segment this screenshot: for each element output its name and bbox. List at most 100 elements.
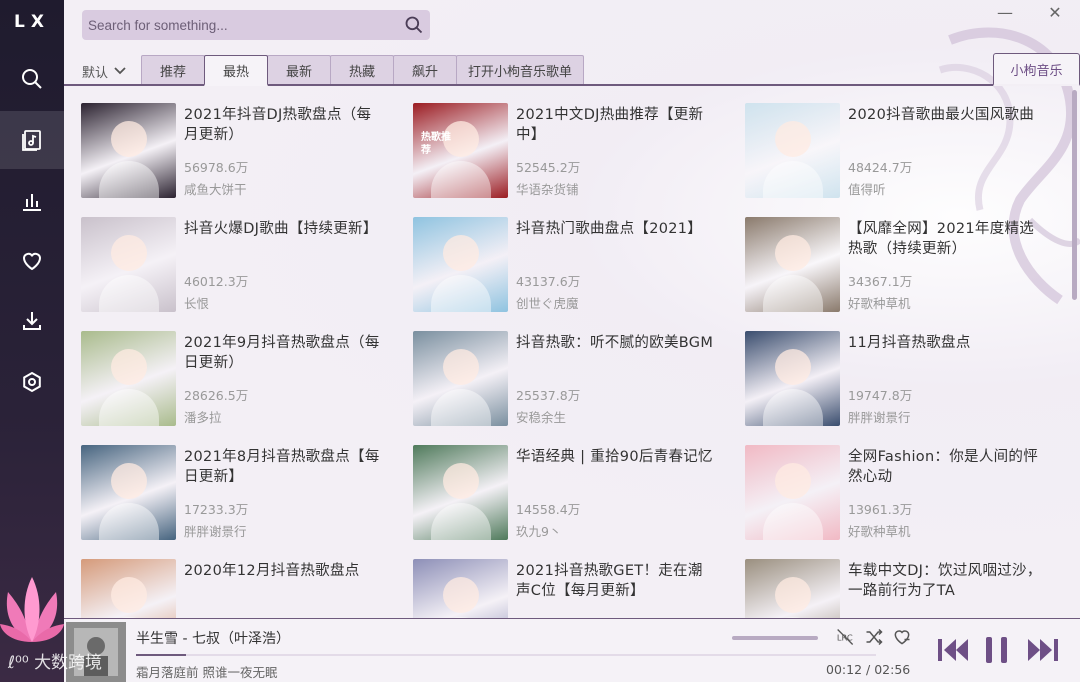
playlist-title[interactable]: 全网Fashion：你是人间的怦然心动 [848,447,1048,487]
playlist-card[interactable]: 【风靡全网】2021年度精选热歌（持续更新） 34367.1万 好歌种草机 [745,217,1055,313]
tab-collected[interactable]: 热藏 [330,55,394,85]
playlist-author[interactable]: 好歌种草机 [848,293,911,312]
playlist-title[interactable]: 2021年8月抖音热歌盘点【每日更新】 [184,447,384,487]
tab-new[interactable]: 最新 [267,55,331,85]
playlist-title[interactable]: 2020抖音歌曲最火国风歌曲 [848,105,1048,125]
source-selector[interactable]: 小枸音乐 [993,53,1080,86]
playlist-cover[interactable] [81,103,176,198]
playlist-cover[interactable] [745,559,840,618]
playlist-cover[interactable] [413,445,508,540]
playlist-card[interactable]: 全网Fashion：你是人间的怦然心动 13961.3万 好歌种草机 [745,445,1055,541]
playlist-author[interactable]: 安稳余生 [516,407,566,426]
tab-recommend[interactable]: 推荐 [141,55,205,85]
scrollbar[interactable] [1072,90,1077,300]
playlist-title[interactable]: 抖音火爆DJ歌曲【持续更新】 [184,219,384,239]
tab-rising[interactable]: 飙升 [393,55,457,85]
playlist-author[interactable]: 值得听 [848,179,886,198]
playlist-title[interactable]: 车载中文DJ：饮过风咽过沙，一路前行为了TA [848,561,1048,601]
playlist-cover[interactable] [745,445,840,540]
playlist-cover[interactable] [413,559,508,618]
lyric-icon[interactable]: LRC [836,627,856,647]
playlist-author[interactable]: 咸鱼大饼干 [184,179,247,198]
playlist-cover[interactable]: 热歌推荐 [413,103,508,198]
playlist-card[interactable]: 2021年抖音DJ热歌盘点（每月更新） 56978.6万 咸鱼大饼干 [81,103,391,199]
playlist-card[interactable]: 2021年9月抖音热歌盘点（每日更新） 28626.5万潘多拉 [81,331,391,427]
playlist-author[interactable]: 玖九9丶 [516,521,561,540]
playlist-title[interactable]: 华语经典 | 重拾90后青春记忆 [516,447,716,467]
playlist-card[interactable]: 抖音热歌：听不腻的欧美BGM 25537.8万安稳余生 [413,331,723,427]
lyric-line: 霜月落庭前 照谁一夜无眠 [136,665,278,680]
play-count: 46012.3万 [184,274,249,289]
cover-figure [763,161,823,198]
playlist-author[interactable]: 华语杂货铺 [516,179,579,198]
playlist-card[interactable]: 2020年12月抖音热歌盘点 [81,559,391,618]
shuffle-icon[interactable] [864,627,884,647]
playlist-title[interactable]: 抖音热门歌曲盘点【2021】 [516,219,716,239]
progress-fill [136,654,187,656]
cover-figure [99,275,159,312]
sort-dropdown[interactable]: 默认 [82,58,126,84]
tab-open-playlist[interactable]: 打开小枸音乐歌单 [456,55,584,85]
play-count: 28626.5万 [184,388,249,403]
minimize-button[interactable]: — [996,4,1014,22]
playlist-cover[interactable] [413,331,508,426]
cover-figure [99,161,159,198]
nav-leaderboard[interactable] [0,172,64,230]
cover-portrait [111,349,147,385]
previous-icon[interactable] [936,635,970,665]
search-icon[interactable] [404,15,424,35]
playlist-title[interactable]: 【风靡全网】2021年度精选热歌（持续更新） [848,219,1048,259]
nav-songlist[interactable] [0,111,64,169]
playlist-title[interactable]: 2021抖音热歌GET！走在潮声C位【每月更新】 [516,561,716,601]
playlist-title[interactable]: 2021中文DJ热曲推荐【更新中】 [516,105,716,145]
cover-portrait [775,349,811,385]
play-count: 25537.8万 [516,388,581,403]
pause-icon[interactable] [982,635,1012,665]
volume-slider[interactable] [732,636,818,640]
playlist-author[interactable]: 创世ぐ虎魔 [516,293,579,312]
playlist-title[interactable]: 2021年9月抖音热歌盘点（每日更新） [184,333,384,373]
playlist-cover[interactable] [81,445,176,540]
playlist-grid: 2021年抖音DJ热歌盘点（每月更新） 56978.6万 咸鱼大饼干 热歌推荐 2021… [81,103,1066,618]
nav-favorites[interactable] [0,232,64,290]
playlist-card[interactable]: 2021年8月抖音热歌盘点【每日更新】 17233.3万 胖胖谢景行 [81,445,391,541]
playlist-card[interactable]: 华语经典 | 重拾90后青春记忆 14558.4万 玖九9丶 [413,445,723,541]
playlist-author[interactable]: 潘多拉 [184,407,222,426]
favorite-icon[interactable] [892,627,912,647]
playlist-card[interactable]: 11月抖音热歌盘点 19747.8万 胖胖谢景行 [745,331,1055,427]
playlist-author[interactable]: 胖胖谢景行 [184,521,247,540]
playlist-title[interactable]: 11月抖音热歌盘点 [848,333,1048,353]
search-input[interactable] [88,17,398,33]
playlist-card[interactable]: 2021抖音热歌GET！走在潮声C位【每月更新】 [413,559,723,618]
playlist-cover[interactable] [81,217,176,312]
progress-bar[interactable] [136,654,876,656]
nav-settings[interactable] [0,353,64,411]
tab-hot[interactable]: 最热 [204,55,268,86]
playlist-cover[interactable] [745,103,840,198]
playlist-card[interactable]: 抖音火爆DJ歌曲【持续更新】 46012.3万长恨 [81,217,391,313]
playlist-card[interactable]: 车载中文DJ：饮过风咽过沙，一路前行为了TA [745,559,1055,618]
playlist-cover[interactable] [745,331,840,426]
playlist-author[interactable]: 胖胖谢景行 [848,407,911,426]
playlist-title[interactable]: 2021年抖音DJ热歌盘点（每月更新） [184,105,384,145]
cover-portrait [443,577,479,613]
playlist-author[interactable]: 好歌种草机 [848,521,911,540]
playlist-title[interactable]: 2020年12月抖音热歌盘点 [184,561,384,581]
playlist-cover[interactable] [81,331,176,426]
next-icon[interactable] [1026,635,1060,665]
playlist-card[interactable]: 热歌推荐 2021中文DJ热曲推荐【更新中】 52545.2万华语杂货铺 [413,103,723,199]
playlist-cover[interactable] [81,559,176,618]
playlist-author[interactable]: 长恨 [184,293,209,312]
play-count: 52545.2万 [516,160,581,175]
playlist-title[interactable]: 抖音热歌：听不腻的欧美BGM [516,333,716,353]
close-button[interactable]: ✕ [1046,4,1064,22]
playlist-cover[interactable] [413,217,508,312]
playlist-cover[interactable] [745,217,840,312]
cover-portrait [111,235,147,271]
nav-search[interactable] [0,50,64,108]
cover-figure [763,503,823,540]
search-bar[interactable] [82,10,430,40]
playlist-card[interactable]: 2020抖音歌曲最火国风歌曲 48424.7万 值得听 [745,103,1055,199]
nav-download[interactable] [0,292,64,350]
playlist-card[interactable]: 抖音热门歌曲盘点【2021】 43137.6万 创世ぐ虎魔 [413,217,723,313]
